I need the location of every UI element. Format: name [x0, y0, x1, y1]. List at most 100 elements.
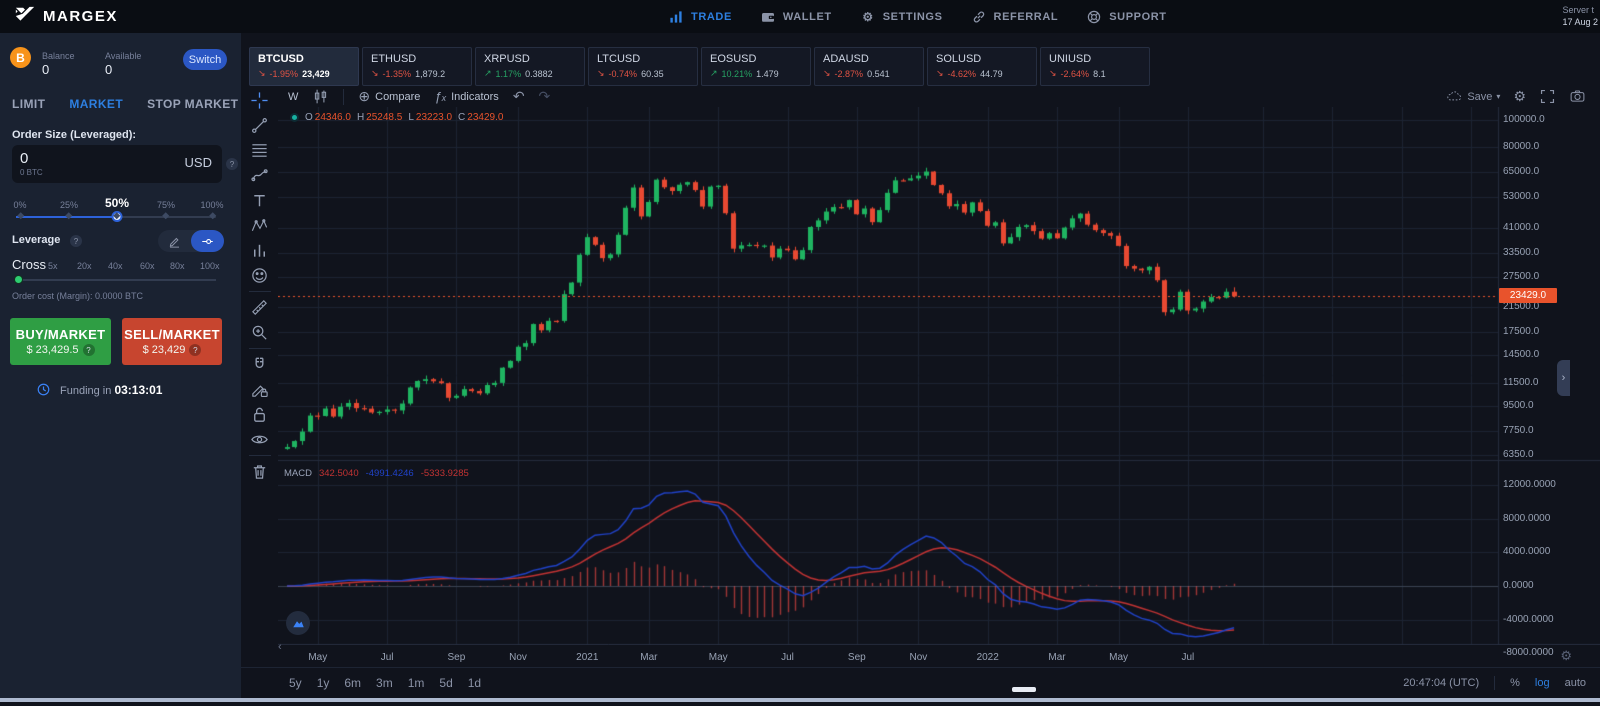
order-tab-stop-market[interactable]: STOP MARKET	[147, 97, 238, 111]
leverage-80x[interactable]: 80x	[170, 261, 185, 271]
series-marker-icon[interactable]	[290, 113, 299, 122]
ticker-adausd[interactable]: ADAUSD↘-2.87%0.541	[814, 47, 924, 86]
sell-price: $ 23,429	[143, 344, 186, 356]
ticker-ethusd[interactable]: ETHUSD↘-1.35%1,879.2	[362, 47, 472, 86]
ruler-tool[interactable]	[247, 295, 273, 320]
price-chart-canvas[interactable]	[278, 107, 1600, 645]
margex-logo[interactable]: MARGEX	[14, 5, 118, 27]
auto-scale-button[interactable]: auto	[1565, 677, 1586, 689]
percent-0[interactable]: 0%	[13, 200, 26, 210]
range-6m[interactable]: 6m	[344, 676, 361, 690]
range-3m[interactable]: 3m	[376, 676, 393, 690]
ticker-btcusd[interactable]: BTCUSD↘-1.95%23,429	[249, 47, 359, 86]
percent-100[interactable]: 100%	[200, 200, 223, 210]
undo-button[interactable]: ↶	[513, 88, 525, 105]
brush-tool[interactable]	[247, 163, 273, 188]
eye-tool[interactable]	[247, 427, 273, 452]
percent-25[interactable]: 25%	[60, 200, 78, 210]
price-tick: 53000.0	[1503, 191, 1539, 202]
nav-wallet[interactable]: WALLET	[760, 9, 832, 25]
percent-50[interactable]: 50%	[105, 196, 129, 210]
order-size-currency[interactable]: USD	[185, 155, 212, 170]
chart-settings-icon[interactable]: ⚙	[1513, 88, 1526, 105]
text-tool[interactable]	[247, 188, 273, 213]
save-layout-button[interactable]: Save ▾	[1446, 88, 1500, 105]
nav-referral[interactable]: REFERRAL	[971, 9, 1059, 25]
zoom-in-tool[interactable]	[247, 320, 273, 345]
log-scale-button[interactable]: log	[1535, 677, 1550, 689]
leverage-40x[interactable]: 40x	[108, 261, 123, 271]
leverage-track[interactable]	[16, 279, 216, 281]
pane-settings-gear-icon[interactable]: ⚙	[1560, 648, 1572, 664]
drawing-lock-tool[interactable]	[247, 377, 273, 402]
utc-clock[interactable]: 20:47:04 (UTC)	[1403, 677, 1479, 689]
sell-help-icon[interactable]: ?	[189, 344, 201, 356]
forecast-tool[interactable]	[247, 238, 273, 263]
xabcd-pattern-tool[interactable]	[247, 213, 273, 238]
buy-market-button[interactable]: BUY/MARKET $ 23,429.5?	[10, 318, 111, 365]
switch-button[interactable]: Switch	[183, 49, 227, 70]
ticker-ltcusd[interactable]: LTCUSD↘-0.74%60.35	[588, 47, 698, 86]
ticker-xrpusd[interactable]: XRPUSD↗1.17%0.3882	[475, 47, 585, 86]
leverage-100x[interactable]: 100x	[200, 261, 220, 271]
percent-scale-button[interactable]: %	[1510, 677, 1520, 689]
redo-button[interactable]: ↷	[539, 88, 551, 105]
nav-support[interactable]: SUPPORT	[1086, 9, 1166, 25]
leverage-handle[interactable]	[14, 275, 23, 284]
btc-coin-icon[interactable]: B	[10, 47, 31, 68]
order-sidebar: B Balance 0 Available 0 Switch LIMITMARK…	[0, 33, 241, 698]
compare-button[interactable]: ⊕Compare	[358, 88, 420, 105]
range-1m[interactable]: 1m	[408, 676, 425, 690]
page-scrollbar[interactable]	[0, 698, 1600, 702]
indicators-button[interactable]: ƒxIndicators	[434, 89, 498, 104]
chart-style-button[interactable]	[312, 88, 329, 105]
leverage-help-icon[interactable]: ?	[70, 235, 82, 247]
emoji-tool[interactable]	[247, 263, 273, 288]
price-tick: 9500.0	[1503, 400, 1534, 411]
range-5d[interactable]: 5d	[439, 676, 452, 690]
svg-text:⚙: ⚙	[862, 10, 873, 24]
order-tab-limit[interactable]: LIMIT	[12, 97, 45, 111]
ticker-eosusd[interactable]: EOSUSD↗10.21%1.479	[701, 47, 811, 86]
leverage-slider-button[interactable]	[191, 230, 224, 252]
range-5y[interactable]: 5y	[289, 676, 302, 690]
time-label: May	[1109, 652, 1128, 663]
percent-75[interactable]: 75%	[157, 200, 175, 210]
crosshair-tool[interactable]	[247, 88, 273, 113]
order-tab-market[interactable]: MARKET	[69, 97, 123, 111]
axis-expand-chevron-icon[interactable]: ›	[1557, 360, 1570, 396]
ticker-uniusd[interactable]: UNIUSD↘-2.64%8.1	[1040, 47, 1150, 86]
snapshot-button[interactable]	[1569, 88, 1586, 105]
sell-market-button[interactable]: SELL/MARKET $ 23,429?	[122, 318, 222, 365]
nav-trade[interactable]: TRADE	[668, 9, 732, 25]
fib-retracement-tool[interactable]	[247, 138, 273, 163]
buy-help-icon[interactable]: ?	[83, 344, 95, 356]
leverage-edit-button[interactable]	[158, 230, 191, 252]
collapse-left-chevron-icon[interactable]: ‹	[278, 641, 282, 653]
margin-mode-label[interactable]: Cross	[12, 257, 46, 272]
ticker-solusd[interactable]: SOLUSD↘-4.62%44.79	[927, 47, 1037, 86]
order-cost-label: Order cost (Margin): 0.0000 BTC	[12, 291, 143, 301]
trash-tool[interactable]	[247, 459, 273, 484]
leverage-60x[interactable]: 60x	[140, 261, 155, 271]
nav-settings[interactable]: ⚙SETTINGS	[860, 9, 943, 25]
range-1d[interactable]: 1d	[468, 676, 481, 690]
order-size-help-icon[interactable]: ?	[226, 158, 238, 170]
leverage-5x[interactable]: 5x	[48, 261, 58, 271]
price-tick: 100000.0	[1503, 114, 1545, 125]
time-label: Jul	[381, 652, 394, 663]
trend-line-tool[interactable]	[247, 113, 273, 138]
interval-button[interactable]: W	[288, 91, 298, 103]
chevron-down-icon: ▾	[1496, 92, 1500, 101]
maximize-chart-button[interactable]	[286, 611, 310, 635]
ticker-stats: ↘-1.35%1,879.2	[371, 68, 463, 79]
leverage-20x[interactable]: 20x	[77, 261, 92, 271]
lock-tool[interactable]	[247, 402, 273, 427]
order-size-slider[interactable]	[16, 216, 216, 218]
horizontal-scrollbar-thumb[interactable]	[1012, 687, 1036, 692]
order-size-input[interactable]: 0 0 BTC USD	[12, 145, 222, 183]
magnet-tool[interactable]	[247, 352, 273, 377]
range-1y[interactable]: 1y	[317, 676, 330, 690]
fullscreen-button[interactable]	[1539, 88, 1556, 105]
bottom-bar-right: 20:47:04 (UTC) % log auto	[1403, 676, 1600, 690]
